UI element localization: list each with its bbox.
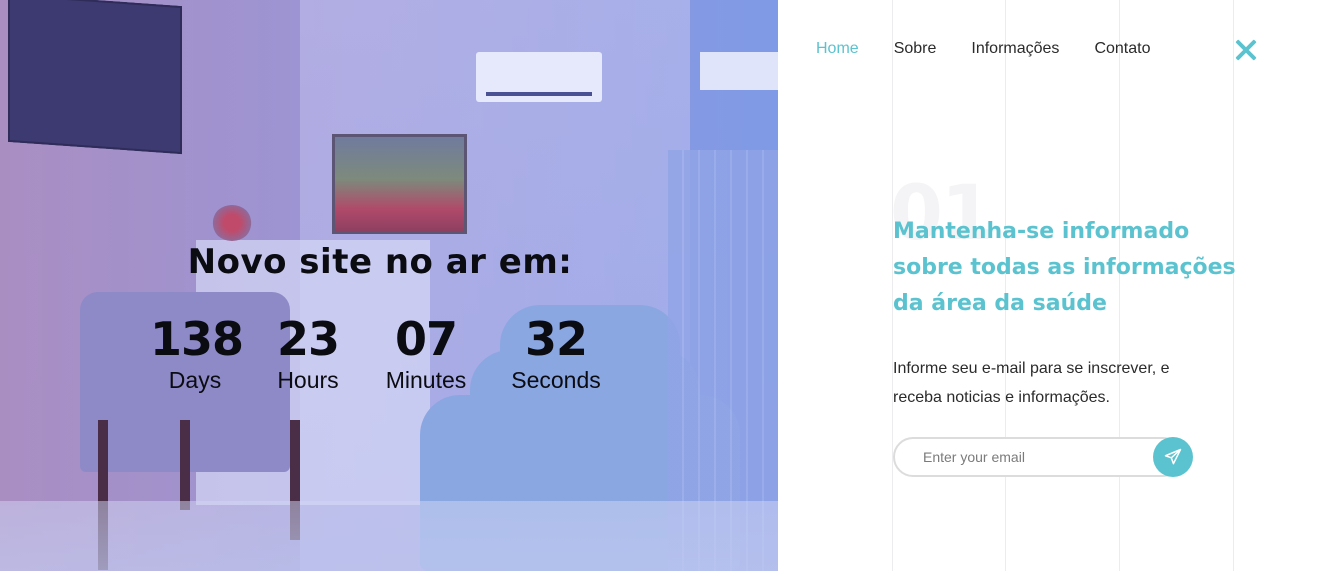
subscribe-button[interactable] bbox=[1153, 437, 1193, 477]
countdown-value: 138 bbox=[150, 312, 244, 366]
countdown-value: 23 bbox=[276, 312, 340, 366]
countdown-minutes: 07 Minutes bbox=[376, 312, 476, 394]
close-icon[interactable] bbox=[1234, 38, 1258, 62]
content-panel: Home Sobre Informações Contato 01 Manten… bbox=[778, 0, 1331, 571]
countdown-label: Minutes bbox=[385, 367, 467, 393]
nav-item-home[interactable]: Home bbox=[816, 40, 859, 58]
hero-section: Novo site no ar em: 138 Days 23 Hours 07… bbox=[0, 0, 778, 571]
countdown-days: 138 Days bbox=[150, 312, 244, 394]
countdown-value: 07 bbox=[394, 312, 458, 366]
email-input[interactable] bbox=[893, 437, 1183, 477]
nav-item-informacoes[interactable]: Informações bbox=[971, 40, 1059, 58]
nav-item-sobre[interactable]: Sobre bbox=[894, 40, 937, 58]
countdown-title: Novo site no ar em: bbox=[187, 242, 573, 282]
countdown-label: Seconds bbox=[511, 367, 601, 393]
page-description: Informe seu e-mail para se inscrever, e … bbox=[893, 360, 1170, 406]
subscribe-form bbox=[893, 437, 1193, 479]
countdown-label: Hours bbox=[277, 367, 339, 393]
nav-item-contato[interactable]: Contato bbox=[1094, 40, 1150, 58]
main-nav: Home Sobre Informações Contato bbox=[816, 40, 1185, 58]
countdown-hours: 23 Hours bbox=[268, 312, 348, 394]
page-headline: Mantenha-se informado sobre todas as inf… bbox=[893, 219, 1236, 316]
countdown: Novo site no ar em: 138 Days 23 Hours 07… bbox=[0, 0, 760, 571]
countdown-label: Days bbox=[168, 367, 222, 393]
countdown-seconds: 32 Seconds bbox=[506, 312, 606, 394]
countdown-value: 32 bbox=[524, 312, 588, 366]
paper-plane-icon bbox=[1164, 448, 1182, 465]
